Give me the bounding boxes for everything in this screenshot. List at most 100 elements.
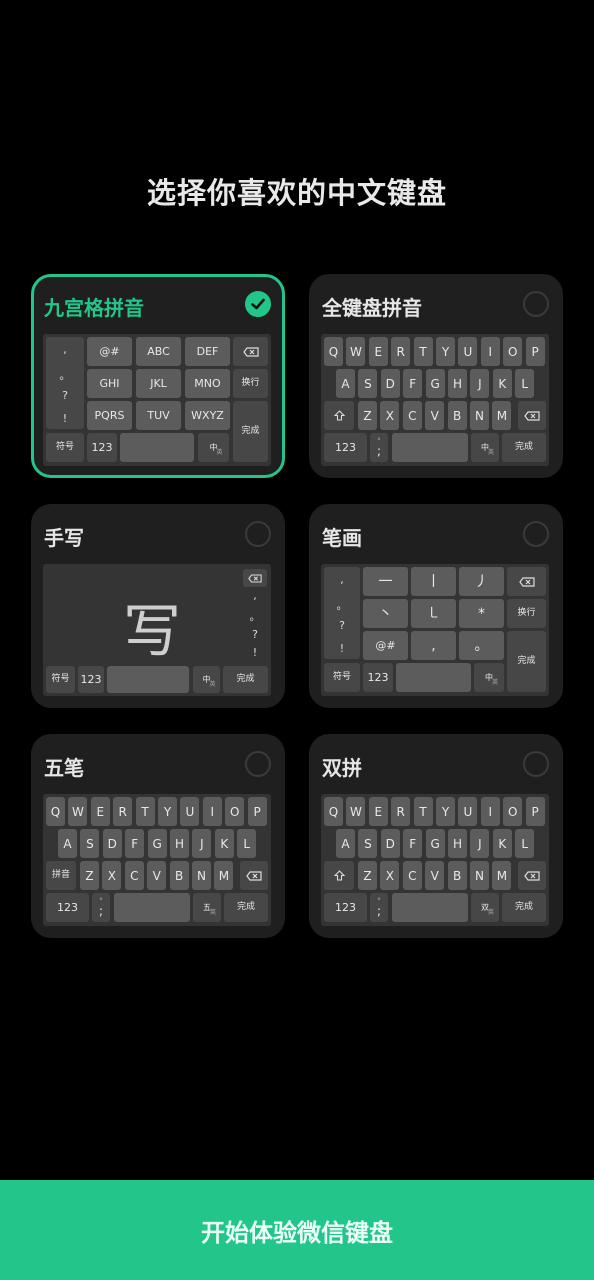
key: DEF — [185, 337, 230, 366]
handwriting-sample: 写 — [123, 597, 182, 665]
key-123: 123 — [78, 666, 104, 693]
key-l: L — [237, 829, 257, 858]
key-lang: 五英 — [193, 893, 221, 922]
key-y: Y — [436, 797, 455, 826]
key-w: W — [346, 337, 366, 366]
key-space — [392, 893, 468, 922]
backspace-icon — [240, 861, 268, 890]
key-t: T — [413, 797, 433, 826]
key-lang: 中英 — [474, 663, 504, 692]
key-y: Y — [158, 797, 177, 826]
key-space — [392, 433, 468, 462]
key-i: I — [202, 797, 222, 826]
key-x: X — [380, 401, 400, 430]
radio-icon[interactable] — [523, 751, 549, 777]
key-lang: 中英 — [193, 666, 220, 693]
key-j: J — [470, 829, 490, 858]
key-q: Q — [46, 797, 65, 826]
card-title: 笔画 — [322, 526, 362, 550]
key-b: B — [447, 861, 467, 890]
keyboard-preview: QWERTYUIOP ASDFGHJKL ZXCVBNM 123 °; 中英 完… — [321, 334, 549, 466]
symbol-column: , 。 ? ! — [324, 567, 360, 659]
shift-icon — [324, 401, 354, 430]
keyboard-option-full[interactable]: 全键盘拼音 QWERTYUIOP ASDFGHJKL ZXCVBNM 123 °… — [309, 274, 563, 478]
keyboard-option-shuangpin[interactable]: 双拼 QWERTYUIOP ASDFGHJKL ZXCVBNM 123 °; 双… — [309, 734, 563, 938]
start-button[interactable]: 开始体验微信键盘 — [0, 1180, 594, 1280]
key-m: M — [492, 861, 512, 890]
key-o: O — [503, 797, 523, 826]
card-title: 九宫格拼音 — [44, 296, 144, 320]
keyboard-preview: , 。 ? ! @# ABC DEF GHI JKL MNO 换行 PQRS T… — [43, 334, 271, 466]
keyboard-option-stroke[interactable]: 笔画 , 。 ? ! 一 丨 丿 丶 ㇄ * 换行 @# , 。 完成 符号 1… — [309, 504, 563, 708]
key: WXYZ — [185, 401, 230, 430]
keyboard-option-handwriting[interactable]: 手写 写 , 。 ? ! 符号 123 中英 完成 — [31, 504, 285, 708]
key-lang: 双英 — [471, 893, 499, 922]
key-space — [114, 893, 190, 922]
key-h: H — [170, 829, 189, 858]
page-title: 选择你喜欢的中文键盘 — [146, 176, 447, 210]
key-g: G — [425, 829, 445, 858]
key-punct: °; — [92, 893, 110, 922]
key-symbol: 符号 — [46, 666, 75, 693]
key: @# — [363, 631, 408, 660]
check-icon[interactable] — [245, 291, 271, 317]
key-p: P — [247, 797, 267, 826]
key-d: D — [380, 369, 400, 398]
radio-icon[interactable] — [245, 751, 271, 777]
key: 丨 — [411, 567, 456, 596]
key-space — [120, 433, 194, 462]
key-f: F — [403, 369, 423, 398]
key-r: R — [391, 797, 411, 826]
key-g: G — [147, 829, 167, 858]
key: JKL — [136, 369, 181, 398]
key-n: N — [470, 861, 489, 890]
key: 丿 — [459, 567, 504, 596]
key-s: S — [80, 829, 100, 858]
key-z: Z — [358, 861, 377, 890]
key-y: Y — [436, 337, 455, 366]
radio-icon[interactable] — [523, 521, 549, 547]
keyboard-option-nine-grid[interactable]: 九宫格拼音 , 。 ? ! @# ABC DEF GHI JKL MNO 换行 … — [31, 274, 285, 478]
key-u: U — [180, 797, 200, 826]
backspace-icon — [518, 401, 546, 430]
key-q: Q — [324, 797, 343, 826]
key-r: R — [391, 337, 411, 366]
keyboard-option-wubi[interactable]: 五笔 QWERTYUIOP ASDFGHJKL 拼音 ZXCVBNM 123 °… — [31, 734, 285, 938]
key-n: N — [192, 861, 211, 890]
key-c: C — [402, 861, 422, 890]
key-a: A — [336, 829, 355, 858]
key-pinyin: 拼音 — [46, 861, 76, 890]
key-z: Z — [80, 861, 99, 890]
card-title: 全键盘拼音 — [322, 296, 422, 320]
key-m: M — [214, 861, 234, 890]
key: 一 — [363, 567, 408, 596]
key-123: 123 — [46, 893, 89, 922]
key-n: N — [470, 401, 489, 430]
key: , — [411, 631, 456, 660]
key-v: V — [147, 861, 167, 890]
key: ABC — [136, 337, 181, 366]
key-d: D — [380, 829, 400, 858]
key-q: Q — [324, 337, 343, 366]
key-enter: 换行 — [233, 369, 268, 398]
key-v: V — [425, 401, 445, 430]
key-l: L — [515, 829, 535, 858]
key: TUV — [136, 401, 181, 430]
key-space — [107, 666, 189, 693]
key-lang: 中英 — [471, 433, 499, 462]
key-g: G — [425, 369, 445, 398]
key-k: K — [492, 369, 512, 398]
keyboard-preview: QWERTYUIOP ASDFGHJKL 拼音 ZXCVBNM 123 °; 五… — [43, 794, 271, 926]
key: 。 — [459, 631, 504, 660]
key-123: 123 — [363, 663, 393, 692]
key-a: A — [336, 369, 355, 398]
key-s: S — [358, 369, 378, 398]
key-v: V — [425, 861, 445, 890]
key-f: F — [125, 829, 145, 858]
key-k: K — [214, 829, 234, 858]
key-t: T — [413, 337, 433, 366]
key-h: H — [448, 369, 467, 398]
key-w: W — [68, 797, 88, 826]
radio-icon[interactable] — [523, 291, 549, 317]
radio-icon[interactable] — [245, 521, 271, 547]
